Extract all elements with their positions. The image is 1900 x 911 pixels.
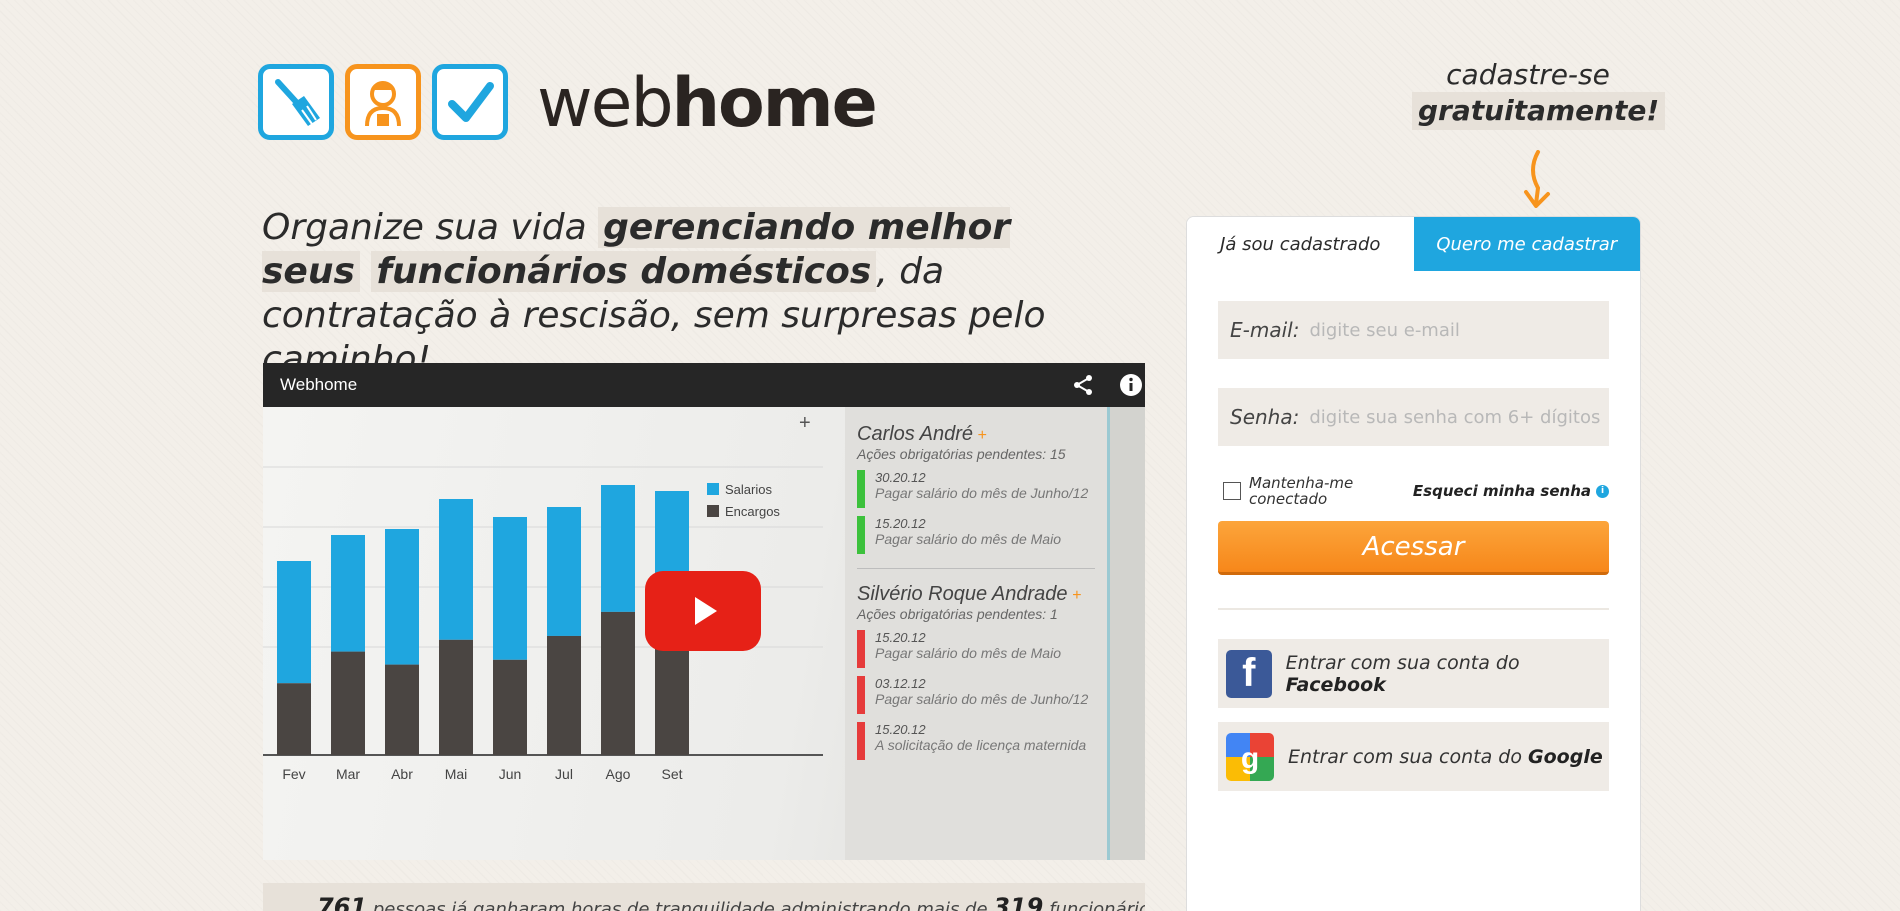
plus-icon: +: [799, 412, 811, 434]
employee-pending: Ações obrigatórias pendentes: 15: [857, 446, 1066, 462]
staff-count: 319: [993, 893, 1044, 911]
task-date: 15.20.12: [875, 630, 926, 645]
video-title-bar: Webhome: [263, 363, 1145, 407]
employee-name: Carlos André +: [857, 423, 987, 445]
email-field[interactable]: E-mail:: [1218, 301, 1609, 359]
task-date: 15.20.12: [875, 516, 926, 531]
password-label: Senha:: [1230, 405, 1300, 429]
play-button[interactable]: [645, 571, 761, 651]
bar-encargos: [385, 664, 419, 755]
thumbnail-employee-list: Carlos André + Ações obrigatórias pendent…: [845, 407, 1107, 860]
login-tabs: Já sou cadastrado Quero me cadastrar: [1187, 217, 1640, 271]
callout-line1: cadastre-se: [1446, 58, 1610, 91]
task-date: 03.12.12: [875, 676, 926, 691]
bar-salarios: [385, 529, 419, 665]
bar-salarios: [277, 561, 311, 684]
logo-wordmark: webhome: [537, 64, 878, 143]
callout-line2: gratuitamente!: [1412, 92, 1666, 130]
email-label: E-mail:: [1230, 318, 1300, 342]
task-text: A solicitação de licença maternida: [875, 737, 1087, 753]
task-text: Pagar salário do mês de Maio: [875, 531, 1061, 547]
forgot-password-link[interactable]: Esqueci minha senha i: [1413, 482, 1609, 500]
task-row: 30.20.12 Pagar salário do mês de Junho/12: [857, 470, 1095, 508]
facebook-login-button[interactable]: f Entrar com sua conta do Facebook: [1218, 639, 1609, 708]
bar-salarios: [439, 499, 473, 640]
checkmark-icon: [432, 63, 508, 140]
month-label: Jun: [499, 766, 522, 782]
info-icon[interactable]: [1119, 373, 1143, 397]
login-card: Já sou cadastrado Quero me cadastrar E-m…: [1186, 216, 1641, 911]
bar-encargos: [439, 639, 473, 755]
facebook-icon: f: [1226, 649, 1272, 698]
task-status-bar: [857, 470, 865, 508]
task-status-bar: [857, 722, 865, 760]
task-status-bar: [857, 516, 865, 554]
password-field[interactable]: Senha:: [1218, 388, 1609, 446]
month-label: Fev: [282, 766, 305, 782]
divider: [1218, 608, 1609, 610]
bar-encargos: [277, 683, 311, 755]
webhome-logo[interactable]: webhome: [258, 60, 878, 143]
bar-encargos: [331, 651, 365, 755]
month-label: Abr: [391, 766, 413, 782]
month-label: Jul: [555, 766, 573, 782]
stats-banner: 761 pessoas já ganharam horas de tranqui…: [263, 883, 1145, 911]
task-text: Pagar salário do mês de Junho/12: [875, 485, 1089, 501]
employee-pending: Ações obrigatórias pendentes: 1: [857, 606, 1058, 622]
share-icon[interactable]: [1071, 373, 1095, 397]
info-icon[interactable]: i: [1596, 484, 1609, 498]
video-title[interactable]: Webhome: [280, 375, 357, 395]
task-date: 15.20.12: [875, 722, 926, 737]
list-divider: [857, 568, 1095, 569]
month-label: Set: [661, 766, 682, 782]
task-row: 03.12.12 Pagar salário do mês de Junho/12: [857, 676, 1095, 714]
month-label: Mar: [336, 766, 360, 782]
remember-me[interactable]: Mantenha-me conectado: [1223, 475, 1379, 507]
bar-encargos: [493, 659, 527, 755]
task-status-bar: [857, 676, 865, 714]
month-label: Mai: [445, 766, 468, 782]
month-label: Ago: [606, 766, 631, 782]
bar-salarios: [601, 485, 635, 612]
task-text: Pagar salário do mês de Maio: [875, 645, 1061, 661]
tab-register[interactable]: Quero me cadastrar: [1413, 217, 1640, 271]
thumbnail-edge: [1107, 407, 1145, 860]
broom-icon: [258, 63, 334, 140]
google-icon: g: [1226, 732, 1274, 781]
bar-encargos: [601, 611, 635, 755]
employee-name: Silvério Roque Andrade +: [857, 583, 1082, 605]
arrow-down-icon: [1524, 150, 1550, 208]
legend-label-encargos: Encargos: [725, 504, 780, 519]
task-status-bar: [857, 630, 865, 668]
remember-label[interactable]: Mantenha-me conectado: [1249, 475, 1379, 507]
task-row: 15.20.12 A solicitação de licença materni…: [857, 722, 1095, 760]
svg-text:g: g: [1241, 742, 1259, 775]
bar-salarios: [331, 535, 365, 652]
play-icon: [695, 597, 717, 625]
video-player[interactable]: Webhome Fev Mar Abr Mai Jun Jul Ago Set Salarios…: [263, 363, 1145, 860]
people-count: 761: [317, 893, 368, 911]
signup-callout: cadastre-se gratuitamente!: [1412, 58, 1666, 130]
task-date: 30.20.12: [875, 470, 926, 485]
headline-highlight-2: funcionários domésticos: [371, 251, 877, 292]
bar-encargos: [547, 635, 581, 755]
tab-login[interactable]: Já sou cadastrado: [1187, 217, 1414, 271]
bar-salarios: [547, 507, 581, 636]
task-row: 15.20.12 Pagar salário do mês de Maio: [857, 516, 1095, 554]
legend-swatch-encargos: [707, 505, 719, 517]
task-row: 15.20.12 Pagar salário do mês de Maio: [857, 630, 1095, 668]
bar-salarios: [493, 517, 527, 660]
legend-swatch-salarios: [707, 483, 719, 495]
remember-checkbox[interactable]: [1223, 482, 1241, 500]
password-input[interactable]: [1309, 406, 1609, 428]
email-input[interactable]: [1309, 319, 1609, 341]
task-text: Pagar salário do mês de Junho/12: [875, 691, 1089, 707]
headline: Organize sua vida gerenciando melhor seu…: [262, 207, 1046, 380]
maid-icon: [345, 63, 421, 140]
login-button[interactable]: Acessar: [1218, 521, 1609, 575]
legend-label-salarios: Salarios: [725, 482, 772, 497]
google-login-button[interactable]: g Entrar com sua conta do Google: [1218, 722, 1609, 791]
